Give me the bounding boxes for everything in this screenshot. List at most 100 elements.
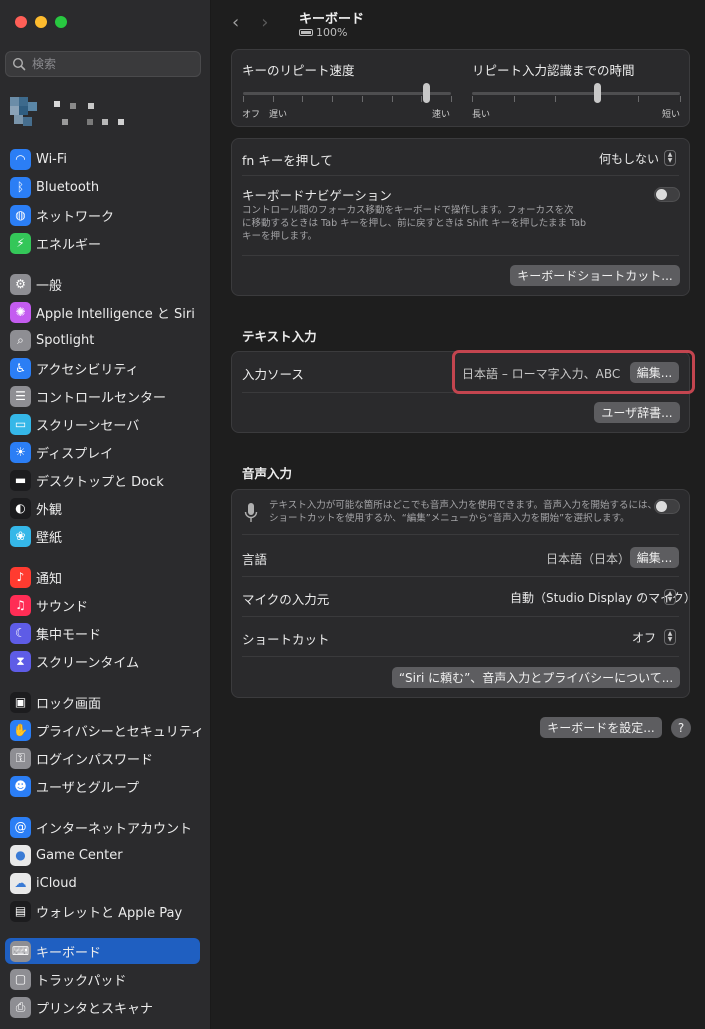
sidebar-item-label: 集中モード	[36, 627, 102, 643]
control-center-icon: ☰	[10, 385, 31, 407]
sidebar-item-label: ユーザとグループ	[36, 780, 139, 796]
sidebar-item[interactable]: @ インターネットアカウント	[5, 814, 200, 840]
sidebar-item[interactable]: ⚙ 一般	[5, 271, 200, 297]
sidebar-item[interactable]: ◐ 外観	[5, 495, 200, 521]
sidebar-item-label: ログインパスワード	[36, 752, 154, 768]
sidebar-item[interactable]: ⧗ スクリーンタイム	[5, 648, 200, 674]
zoom-window-button[interactable]	[55, 16, 67, 28]
search-input[interactable]	[32, 57, 192, 71]
sidebar-item[interactable]: ♪ 通知	[5, 564, 200, 590]
slider-tick	[332, 96, 334, 102]
sidebar-item[interactable]: ☀ ディスプレイ	[5, 439, 200, 465]
printer-icon: ⎙	[10, 996, 31, 1018]
key-repeat-card: キーのリピート速度 オフ 遅い 速い リピート入力認識までの時間 長い 短い	[231, 49, 690, 127]
sidebar-item[interactable]: ⎙ プリンタとスキャナ	[5, 994, 200, 1020]
sidebar-item[interactable]: ⚿ ログインパスワード	[5, 745, 200, 771]
user-dictionary-button[interactable]: ユーザ辞書...	[594, 402, 680, 423]
sidebar-item[interactable]: ◠ Wi-Fi	[5, 146, 200, 172]
minimize-window-button[interactable]	[35, 16, 47, 28]
screensaver-icon: ▭	[10, 413, 31, 435]
sidebar-item-label: 壁紙	[36, 530, 63, 546]
dictation-shortcut-stepper[interactable]: ▲ ▼	[664, 629, 676, 645]
sidebar-item-label: プリンタとスキャナ	[36, 1001, 154, 1017]
keys-card: fn キーを押して 何もしない ▲ ▼ キーボードナビゲーション コントロール間の…	[231, 138, 690, 296]
siri-dictation-privacy-button[interactable]: “Siri に頼む”、音声入力とプライバシーについて...	[392, 667, 680, 688]
language-edit-button[interactable]: 編集...	[630, 547, 679, 568]
sidebar-item[interactable]: ☰ コントロールセンター	[5, 383, 200, 409]
slider-tick	[243, 96, 244, 102]
slider-tick	[272, 96, 274, 102]
sidebar-item-label: スクリーンセーバ	[36, 418, 140, 434]
at-icon: @	[10, 816, 31, 838]
setup-keyboard-button[interactable]: キーボードを設定...	[540, 717, 662, 738]
sidebar-item[interactable]: ᛒ Bluetooth	[5, 174, 200, 200]
sidebar-item-label: 通知	[36, 571, 63, 587]
sidebar-item[interactable]: ▤ ウォレットと Apple Pay	[5, 898, 200, 924]
dictation-shortcut-label: ショートカット	[242, 632, 330, 647]
slider-tick	[302, 96, 304, 102]
microphone-icon	[244, 503, 258, 522]
sidebar-item[interactable]: ◍ ネットワーク	[5, 202, 200, 228]
main-pane: ‹ › キーボード 100% キーのリピート速度 オフ 遅い 速い リピート入力…	[212, 0, 705, 1029]
sidebar-item[interactable]: ▢ トラックパッド	[5, 966, 200, 992]
sidebar-item[interactable]: ☻ ユーザとグループ	[5, 773, 200, 799]
sidebar-item[interactable]: ♫ サウンド	[5, 592, 200, 618]
battery-icon	[299, 29, 313, 36]
sidebar-item-label: Apple Intelligence と Siri	[36, 306, 195, 322]
language-label: 言語	[242, 552, 268, 567]
siri-icon: ✺	[10, 301, 31, 323]
sidebar-item-label: エネルギー	[36, 237, 102, 253]
forward-arrow-icon[interactable]: ›	[261, 12, 268, 33]
lock-screen-icon: ▣	[10, 691, 31, 713]
sidebar-item[interactable]: ❀ 壁紙	[5, 523, 200, 549]
sidebar-item-label: ロック画面	[36, 696, 102, 712]
sidebar-item[interactable]: ⌕ Spotlight	[5, 327, 200, 353]
sidebar-item[interactable]: ▬ デスクトップと Dock	[5, 467, 200, 493]
fn-key-value[interactable]: 何もしない	[599, 150, 659, 167]
dictation-section-title: 音声入力	[242, 466, 293, 481]
trackpad-icon: ▢	[10, 968, 31, 990]
globe-icon: ◍	[10, 204, 31, 226]
sidebar-item[interactable]: ⚡ エネルギー	[5, 230, 200, 256]
close-window-button[interactable]	[15, 16, 27, 28]
accessibility-icon: ♿	[10, 357, 31, 379]
keyboard-shortcuts-button[interactable]: キーボードショートカット...	[510, 265, 680, 286]
repeat-speed-slider[interactable]	[243, 92, 451, 95]
account-avatar[interactable]	[10, 97, 130, 131]
wifi-icon: ◠	[10, 148, 31, 170]
dictation-toggle[interactable]	[654, 499, 680, 514]
sidebar-item[interactable]: ♿ アクセシビリティ	[5, 355, 200, 381]
sidebar-item-label: プライバシーとセキュリティ	[36, 724, 204, 740]
keyboard-navigation-toggle[interactable]	[654, 187, 680, 202]
sidebar-item[interactable]: ✋ プライバシーとセキュリティ	[5, 717, 204, 743]
repeat-speed-knob[interactable]	[423, 83, 431, 103]
sidebar-item-label: キーボード	[36, 945, 102, 961]
sidebar-item-label: 一般	[36, 278, 63, 294]
sidebar-item-label: アクセシビリティ	[36, 362, 139, 378]
sidebar-item[interactable]: ✺ Apple Intelligence と Siri	[5, 299, 200, 325]
sidebar-item[interactable]: ● Game Center	[5, 842, 200, 868]
sidebar-item-label: Wi-Fi	[36, 151, 68, 167]
sidebar-item[interactable]: ☾ 集中モード	[5, 620, 200, 646]
moon-icon: ☾	[10, 622, 31, 644]
back-arrow-icon[interactable]: ‹	[232, 12, 239, 33]
fn-key-stepper[interactable]: ▲ ▼	[664, 150, 676, 166]
mic-source-stepper[interactable]: ▲ ▼	[664, 589, 676, 605]
sidebar-item-label: ネットワーク	[36, 209, 115, 225]
search-field[interactable]	[5, 51, 201, 77]
sidebar-item[interactable]: ☁ iCloud	[5, 870, 200, 896]
sidebar-item-label: Bluetooth	[36, 179, 100, 195]
sidebar-item[interactable]: ⌨ キーボード	[5, 938, 200, 964]
repeat-delay-slider[interactable]	[472, 92, 680, 95]
language-value: 日本語（日本）	[546, 552, 631, 566]
input-source-label: 入力ソース	[242, 367, 304, 382]
help-button[interactable]: ?	[671, 718, 691, 738]
bell-icon: ♪	[10, 566, 31, 588]
sidebar: ◠ Wi-Fi ᛒ Bluetooth ◍ ネットワーク ⚡ エネルギー ⚙ 一般 ✺ Apple I…	[0, 0, 211, 1029]
wallet-icon: ▤	[10, 900, 31, 922]
dictation-shortcut-value[interactable]: オフ	[632, 629, 656, 646]
sidebar-item[interactable]: ▭ スクリーンセーバ	[5, 411, 200, 437]
repeat-delay-knob[interactable]	[593, 83, 601, 103]
hand-icon: ✋	[10, 719, 31, 741]
sidebar-item[interactable]: ▣ ロック画面	[5, 689, 200, 715]
